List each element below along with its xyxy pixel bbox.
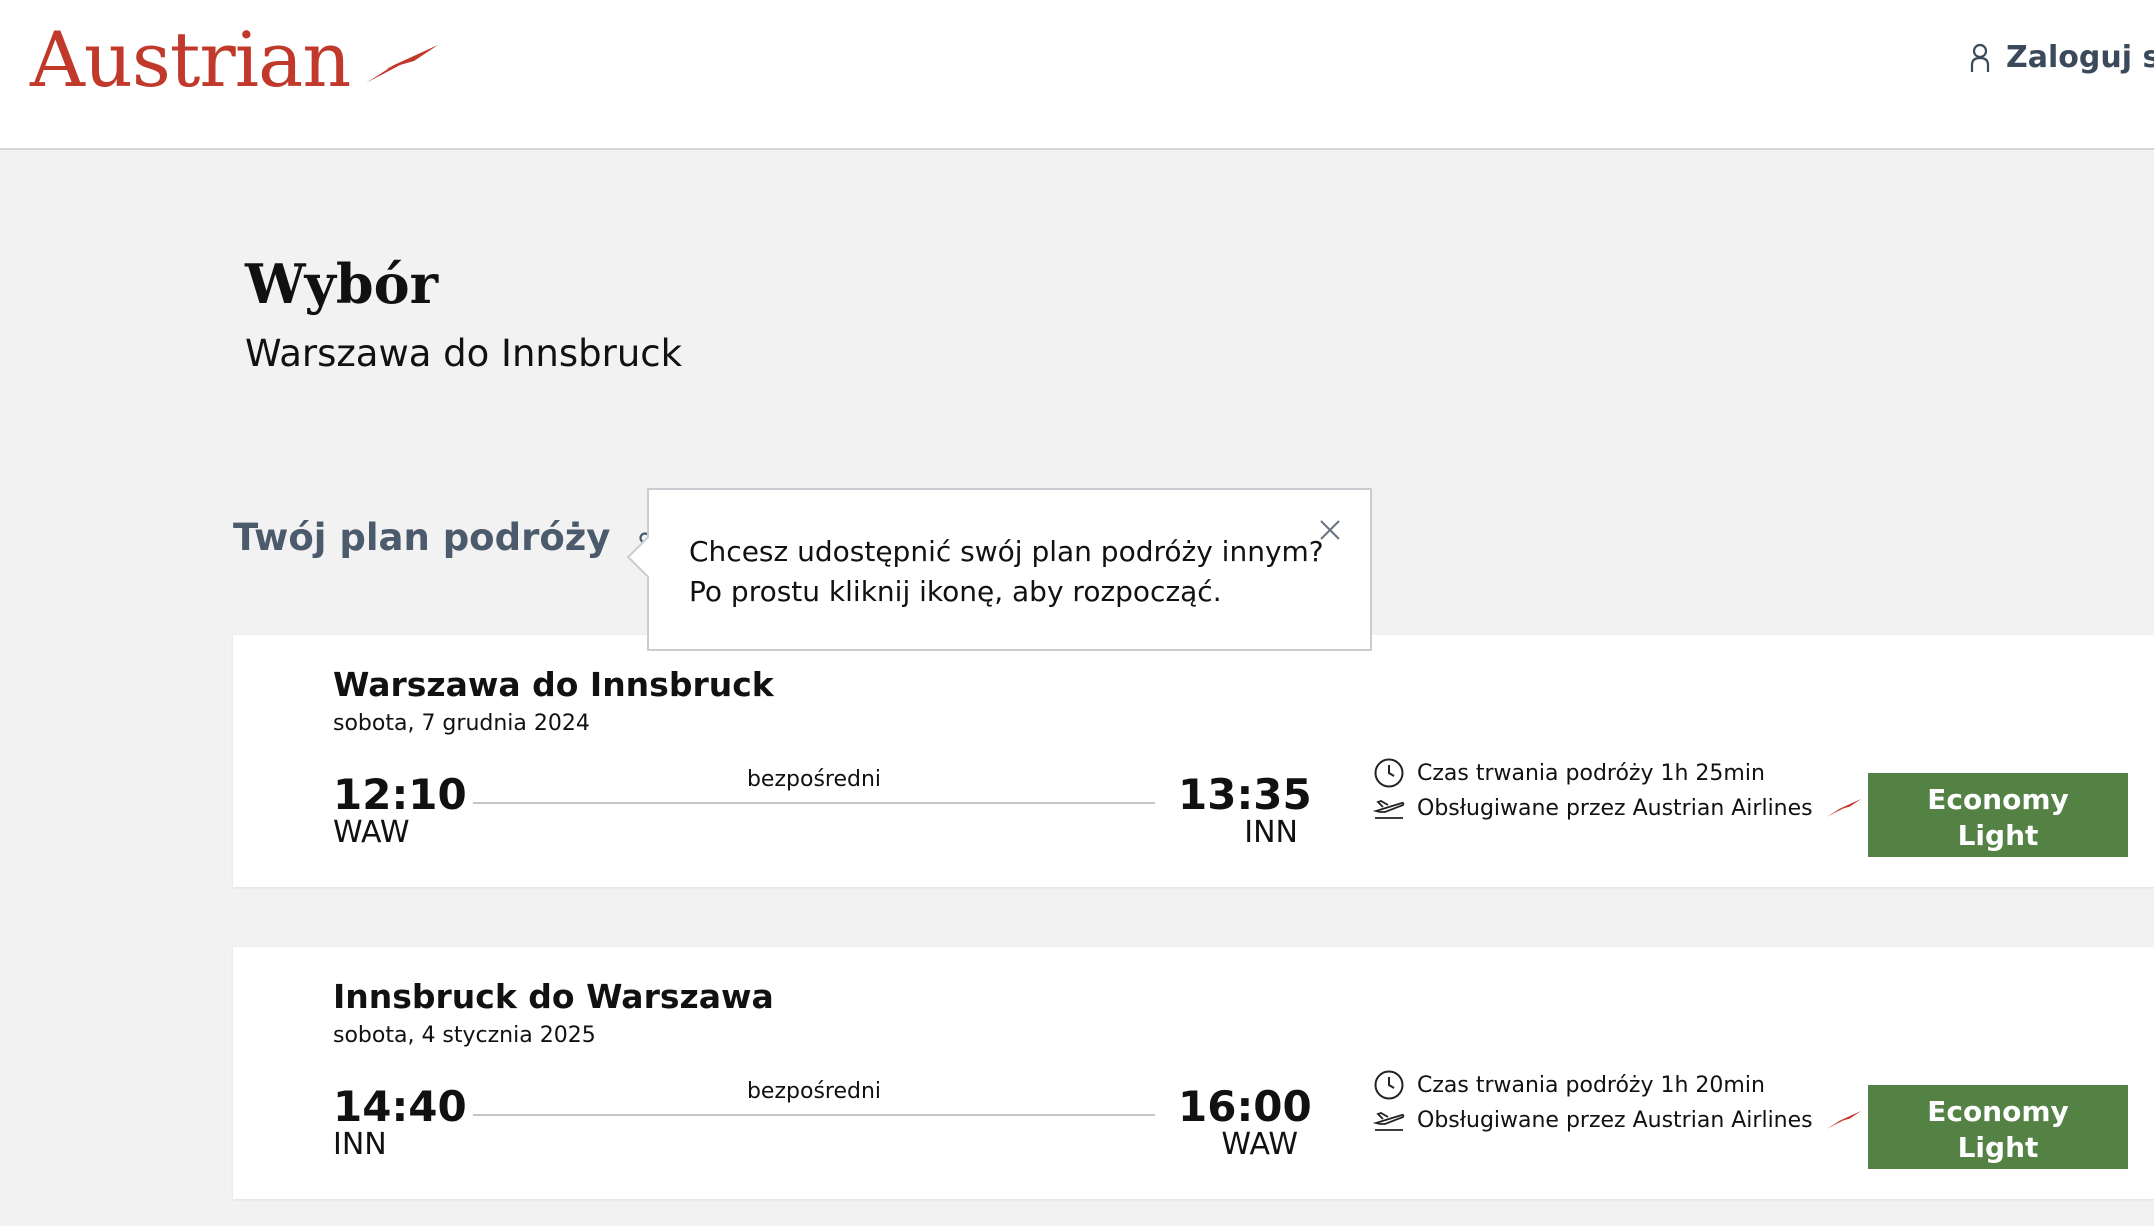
arrival-code: WAW: [1221, 1127, 1298, 1162]
fare-economy-light-button[interactable]: Economy Light: [1868, 1085, 2128, 1169]
arrival-time: 16:00: [1178, 1082, 1312, 1131]
clock-icon: [1374, 1070, 1404, 1100]
fare-line-1: Economy: [1927, 1095, 2069, 1128]
flight-card-outbound: Warszawa do Innsbruck sobota, 7 grudnia …: [233, 635, 2154, 887]
duration-row: Czas trwania podróży 1h 20min: [1373, 1069, 1765, 1101]
austrian-logo[interactable]: Austrian: [30, 22, 440, 98]
flight-route: Warszawa do Innsbruck: [333, 665, 774, 704]
share-tooltip: Chcesz udostępnić swój plan podróży inny…: [647, 488, 1372, 651]
fare-line-2: Light: [1957, 819, 2039, 852]
fare-line-1: Economy: [1927, 783, 2069, 816]
flight-card-return: Innsbruck do Warszawa sobota, 4 stycznia…: [233, 947, 2154, 1199]
stops-label: bezpośredni: [746, 1079, 882, 1104]
departure-code: WAW: [333, 815, 410, 850]
flight-route: Innsbruck do Warszawa: [333, 977, 774, 1016]
fare-economy-light-button[interactable]: Economy Light: [1868, 773, 2128, 857]
user-icon: [1970, 43, 1990, 72]
fare-line-2: Light: [1957, 1131, 2039, 1164]
arrival-code: INN: [1244, 815, 1298, 850]
close-icon[interactable]: [1318, 518, 1342, 542]
clock-icon: [1374, 758, 1404, 788]
page-subtitle: Warszawa do Innsbruck: [245, 332, 683, 375]
flight-date: sobota, 4 stycznia 2025: [333, 1023, 596, 1048]
login-label: Zaloguj się: [2006, 40, 2154, 75]
duration-text: Czas trwania podróży 1h 25min: [1417, 760, 1765, 786]
departure-time: 14:40: [333, 1082, 467, 1131]
flight-line: [473, 1114, 1155, 1116]
flight-date: sobota, 7 grudnia 2024: [333, 711, 590, 736]
austrian-wing-icon: [366, 45, 439, 83]
logo-text: Austrian: [30, 15, 351, 104]
arrival-time: 13:35: [1178, 770, 1312, 819]
tooltip-line-2: Po prostu kliknij ikonę, aby rozpocząć.: [689, 575, 1222, 608]
stops-label: bezpośredni: [746, 767, 882, 792]
page-title: Wybór: [245, 252, 439, 316]
tooltip-line-1: Chcesz udostępnić swój plan podróży inny…: [689, 535, 1324, 568]
duration-row: Czas trwania podróży 1h 25min: [1373, 757, 1765, 789]
header: Austrian Zaloguj się: [0, 0, 2154, 150]
operator-text: Obsługiwane przez Austrian Airlines: [1417, 795, 1813, 821]
plane-icon: [1373, 800, 1405, 819]
departure-time: 12:10: [333, 770, 467, 819]
travel-plan-title: Twój plan podróży: [233, 516, 611, 559]
duration-text: Czas trwania podróży 1h 20min: [1417, 1072, 1765, 1098]
travel-plan-header: Twój plan podróży: [233, 516, 668, 559]
flight-line: [473, 802, 1155, 804]
departure-code: INN: [333, 1127, 387, 1162]
austrian-wing-icon: [1826, 1110, 1861, 1130]
operator-text: Obsługiwane przez Austrian Airlines: [1417, 1107, 1813, 1133]
plane-icon: [1373, 1112, 1405, 1131]
operator-row: Obsługiwane przez Austrian Airlines: [1373, 1107, 1875, 1133]
austrian-wing-icon: [1826, 798, 1861, 818]
operator-row: Obsługiwane przez Austrian Airlines: [1373, 795, 1875, 821]
login-button[interactable]: Zaloguj się: [1970, 40, 2154, 75]
